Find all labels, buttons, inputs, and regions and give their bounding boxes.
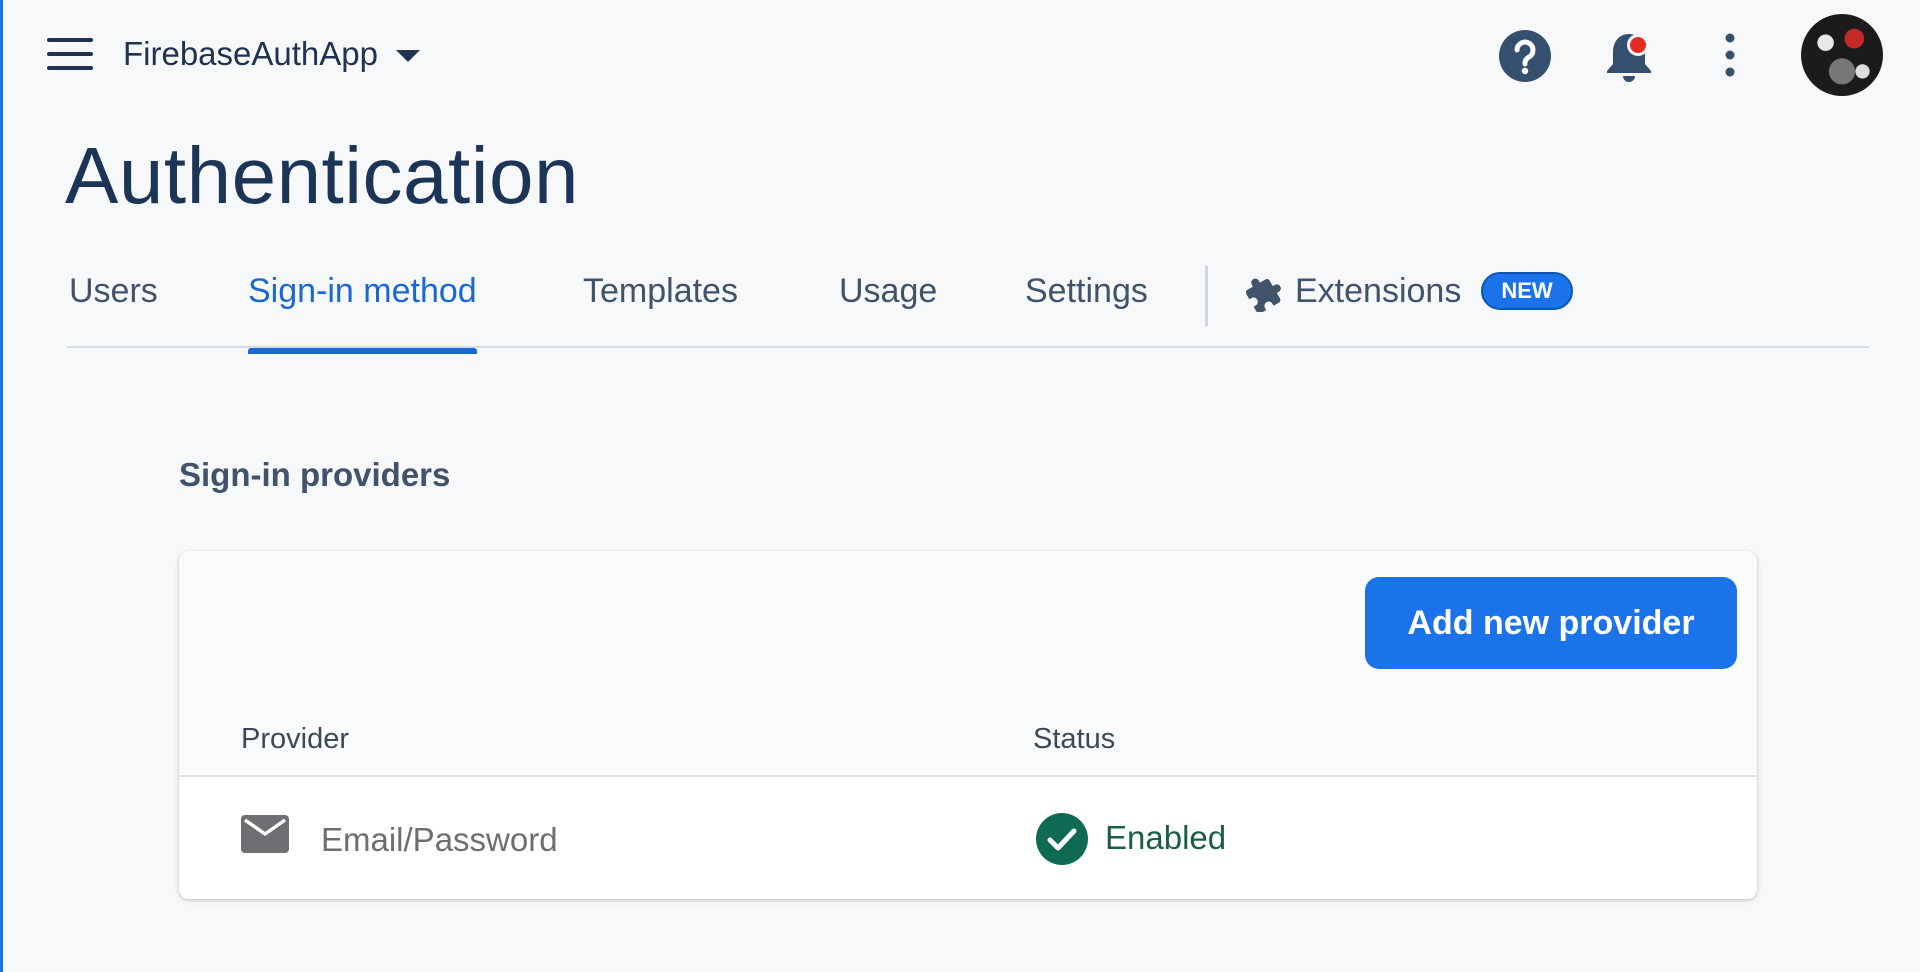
section-title: Sign-in providers	[179, 456, 451, 493]
provider-name: Email/Password	[321, 821, 558, 858]
project-name: FirebaseAuthApp	[123, 35, 378, 72]
tab-templates[interactable]: Templates	[583, 272, 738, 342]
column-header-provider: Provider	[241, 723, 349, 755]
tab-extensions[interactable]: Extensions NEW	[1245, 272, 1573, 342]
tab-sign-in-method[interactable]: Sign-in method	[248, 272, 477, 354]
avatar[interactable]	[1801, 14, 1883, 96]
tab-users[interactable]: Users	[69, 272, 158, 342]
providers-card: Add new provider Provider Status Email/P…	[179, 551, 1757, 899]
column-header-status: Status	[1033, 723, 1116, 755]
more-vert-icon[interactable]	[1715, 32, 1745, 78]
project-selector[interactable]: FirebaseAuthApp	[123, 34, 420, 74]
check-circle-icon	[1036, 813, 1088, 865]
table-row[interactable]: Email/Password Enabled	[179, 777, 1757, 899]
page-title: Authentication	[65, 131, 580, 220]
tab-bar: Users Sign-in method Templates Usage Set…	[67, 262, 1869, 354]
tab-usage[interactable]: Usage	[839, 272, 937, 342]
add-new-provider-button[interactable]: Add new provider	[1365, 577, 1737, 669]
chevron-down-icon	[396, 50, 420, 62]
notification-bell-icon[interactable]	[1603, 28, 1655, 84]
extension-icon	[1245, 278, 1281, 312]
firebase-console-page: FirebaseAuthApp Authentication Users Sig…	[0, 0, 1920, 972]
top-bar: FirebaseAuthApp	[3, 0, 1920, 110]
email-icon	[241, 815, 289, 853]
new-badge: NEW	[1481, 272, 1573, 310]
help-icon[interactable]	[1497, 28, 1553, 84]
tab-settings[interactable]: Settings	[1025, 272, 1148, 342]
tab-extensions-label: Extensions	[1295, 272, 1462, 310]
menu-icon[interactable]	[47, 36, 95, 72]
tab-divider	[1205, 266, 1208, 326]
table-header: Provider Status	[179, 693, 1757, 777]
provider-status: Enabled	[1105, 819, 1227, 856]
